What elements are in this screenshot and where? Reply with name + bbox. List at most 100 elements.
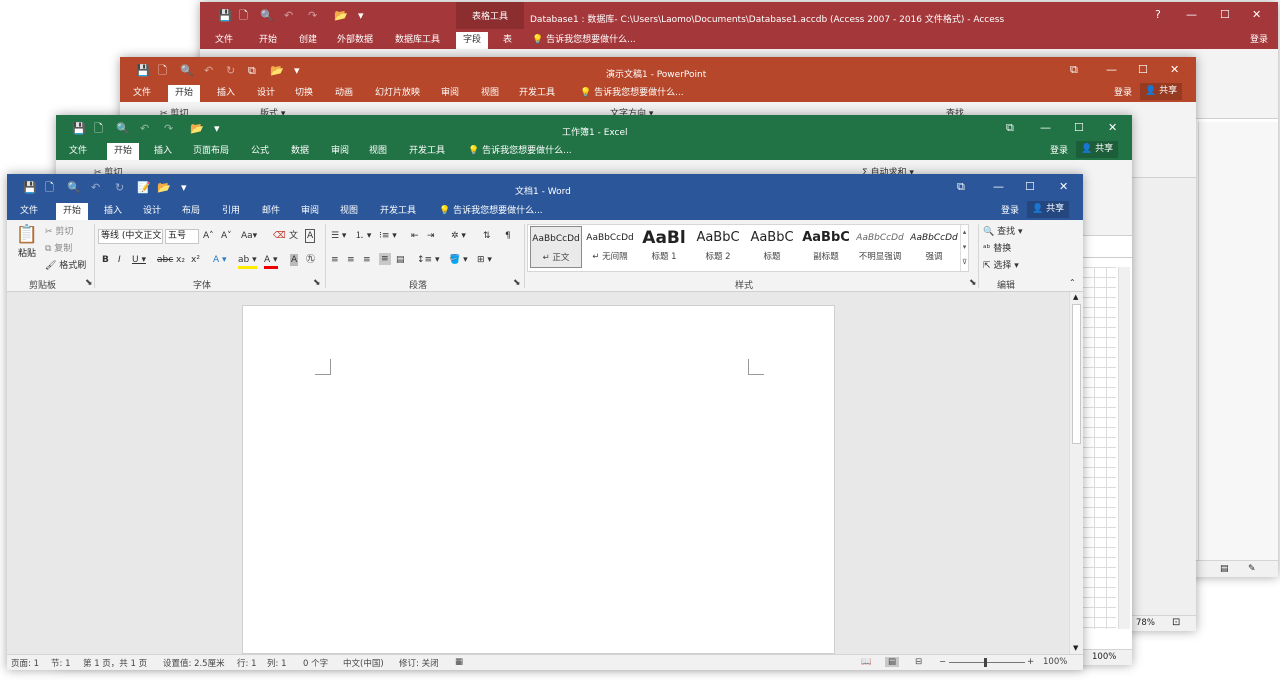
style-subtle-emphasis[interactable]: AaBbCcDd 不明显强调 [854, 226, 906, 268]
tell-me-box[interactable]: 💡 告诉我您想要做什么... [580, 85, 684, 102]
redo-icon[interactable]: ↷ [164, 123, 173, 135]
customize-qat-icon[interactable]: ▾ [181, 182, 187, 194]
bold-icon[interactable]: B [102, 254, 109, 266]
tab-file[interactable]: 文件 [13, 203, 45, 220]
ribbon-display-icon[interactable]: ⧉ [957, 181, 965, 193]
login-link[interactable]: 登录 [1114, 85, 1132, 102]
font-color-icon[interactable]: A ▾ [264, 254, 278, 269]
tab-animations[interactable]: 动画 [328, 85, 360, 102]
tab-developer[interactable]: 开发工具 [373, 203, 423, 220]
login-link[interactable]: 登录 [1250, 32, 1268, 49]
replace-button[interactable]: ᵃᵇ 替换 [983, 243, 1011, 255]
new-icon[interactable]: 🗋 [158, 65, 167, 77]
show-marks-icon[interactable]: ¶ [505, 230, 511, 242]
paragraph-launcher-icon[interactable]: ⬊ [513, 278, 521, 288]
styles-launcher-icon[interactable]: ⬊ [969, 278, 977, 288]
status-section[interactable]: 节: 1 [51, 657, 70, 669]
subscript-icon[interactable]: x₂ [176, 254, 185, 266]
minimize-icon[interactable]: — [1186, 9, 1197, 21]
close-icon[interactable]: ✕ [1059, 181, 1068, 193]
tab-developer[interactable]: 开发工具 [512, 85, 562, 102]
zoom-in-icon[interactable]: + [1027, 657, 1034, 667]
ribbon-display-icon[interactable]: ⧉ [1070, 64, 1078, 76]
minimize-icon[interactable]: — [1106, 64, 1117, 76]
highlight-icon[interactable]: ab ▾ [238, 254, 257, 269]
excel-grid[interactable] [1082, 267, 1116, 629]
login-link[interactable]: 登录 [1050, 143, 1068, 160]
tab-design[interactable]: 设计 [250, 85, 282, 102]
tab-file[interactable]: 文件 [62, 143, 94, 160]
select-button[interactable]: ⇱ 选择 ▾ [983, 260, 1019, 272]
save-icon[interactable]: 💾 [136, 65, 150, 77]
tell-me-box[interactable]: 💡 告诉我您想要做什么... [439, 203, 543, 220]
share-button[interactable]: 👤 共享 [1140, 83, 1183, 100]
status-col[interactable]: 列: 1 [267, 657, 286, 669]
login-link[interactable]: 登录 [1001, 203, 1019, 220]
undo-icon[interactable]: ↶ [140, 123, 149, 135]
status-lang[interactable]: 中文(中国) [343, 657, 384, 669]
asian-layout-icon[interactable]: ✲ ▾ [451, 230, 466, 242]
share-button[interactable]: 👤 共享 [1076, 141, 1119, 158]
char-shading-icon[interactable]: A [290, 254, 299, 266]
tab-design[interactable]: 设计 [136, 203, 168, 220]
decrease-indent-icon[interactable]: ⇤ [411, 230, 419, 242]
tab-view[interactable]: 视图 [474, 85, 506, 102]
strikethrough-icon[interactable]: abc [157, 254, 173, 266]
distributed-icon[interactable]: ▤ [396, 254, 405, 266]
tab-review[interactable]: 审阅 [434, 85, 466, 102]
grow-font-icon[interactable]: A˄ [203, 230, 214, 242]
maximize-icon[interactable]: ☐ [1074, 122, 1084, 134]
customize-qat-icon[interactable]: ▾ [358, 10, 364, 22]
increase-indent-icon[interactable]: ⇥ [427, 230, 435, 242]
read-mode-icon[interactable]: 📖 [861, 657, 872, 667]
scroll-up-icon[interactable]: ▲ [1073, 293, 1078, 301]
redo-icon[interactable]: ↻ [115, 182, 124, 194]
tab-slideshow[interactable]: 幻灯片放映 [368, 85, 427, 102]
undo-icon[interactable]: ↶ [91, 182, 100, 194]
close-icon[interactable]: ✕ [1170, 64, 1179, 76]
tab-transitions[interactable]: 切换 [288, 85, 320, 102]
style-emphasis[interactable]: AaBbCcDd 强调 [908, 226, 960, 268]
design-view-icon[interactable]: ✎ [1248, 564, 1256, 574]
preview-icon[interactable]: 🔍 [116, 123, 130, 135]
tab-review[interactable]: 审阅 [324, 143, 356, 160]
superscript-icon[interactable]: x² [191, 254, 200, 266]
copy-button[interactable]: ⧉ 复制 [45, 243, 72, 255]
print-layout-icon[interactable]: ▤ [885, 657, 900, 667]
font-launcher-icon[interactable]: ⬊ [313, 278, 321, 288]
find-button[interactable]: 🔍 查找 ▾ [983, 226, 1022, 238]
collapse-ribbon-icon[interactable]: ⌃ [1069, 278, 1076, 287]
open-icon[interactable]: 📂 [334, 10, 348, 22]
tab-home[interactable]: 开始 [168, 85, 201, 102]
font-size-select[interactable]: 五号 [165, 229, 199, 244]
new-icon[interactable]: 🗋 [94, 123, 103, 135]
open-icon[interactable]: 📂 [270, 65, 284, 77]
zoom-level[interactable]: 100% [1043, 657, 1067, 667]
save-icon[interactable]: 💾 [23, 182, 37, 194]
style-heading-1[interactable]: AaBl 标题 1 [638, 226, 690, 268]
tab-mailings[interactable]: 邮件 [255, 203, 287, 220]
help-icon[interactable]: ? [1155, 9, 1161, 21]
preview-icon[interactable]: 🔍 [67, 182, 81, 194]
zoom-level[interactable]: 100% [1092, 652, 1116, 662]
macro-record-icon[interactable]: ▦ [455, 657, 463, 667]
shading-icon[interactable]: 🪣 ▾ [449, 254, 468, 266]
change-case-icon[interactable]: Aa▾ [241, 230, 257, 242]
tab-formulas[interactable]: 公式 [244, 143, 276, 160]
bullets-icon[interactable]: ☰ ▾ [331, 230, 346, 242]
tab-external-data[interactable]: 外部数据 [330, 32, 380, 49]
style-heading-2[interactable]: AaBbC 标题 2 [692, 226, 744, 268]
sort-icon[interactable]: ⇅ [483, 230, 491, 242]
paste-button[interactable]: 📋 粘贴 [13, 224, 41, 270]
maximize-icon[interactable]: ☐ [1220, 9, 1230, 21]
status-track[interactable]: 修订: 关闭 [399, 657, 439, 669]
style-title[interactable]: AaBbC 标题 [746, 226, 798, 268]
share-button[interactable]: 👤 共享 [1027, 201, 1070, 218]
tab-data[interactable]: 数据 [284, 143, 316, 160]
draw-icon[interactable]: 📝 [137, 182, 151, 194]
save-icon[interactable]: 💾 [72, 123, 86, 135]
scroll-thumb[interactable] [1072, 304, 1081, 444]
styles-scroll[interactable]: ▴ ▾ ⊽ [960, 225, 968, 271]
close-icon[interactable]: ✕ [1252, 9, 1261, 21]
tell-me-box[interactable]: 💡 告诉我您想要做什么... [532, 32, 636, 49]
